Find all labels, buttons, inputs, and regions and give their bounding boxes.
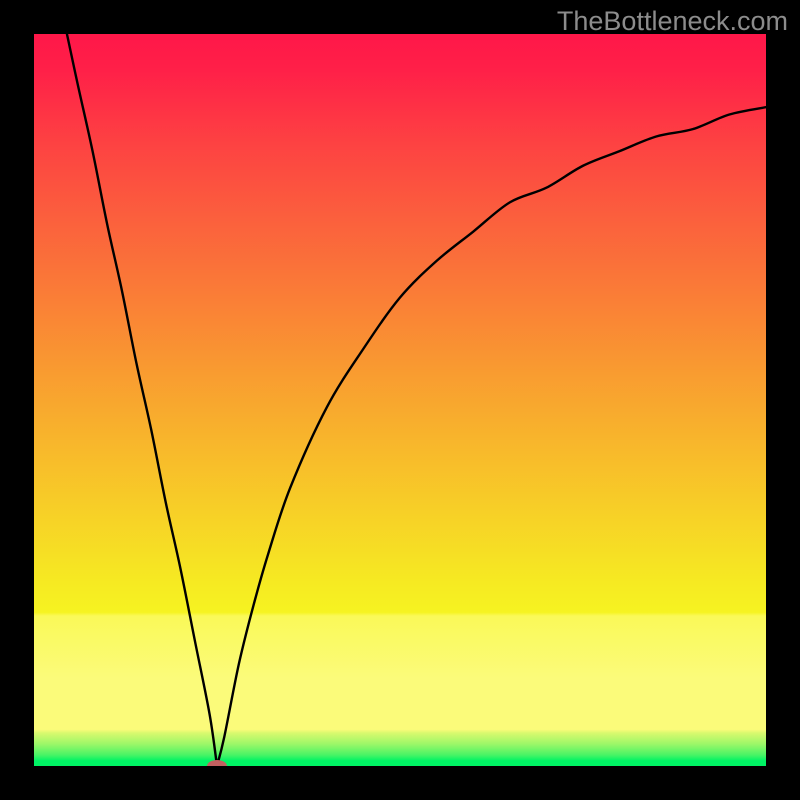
green-base-band [34,761,766,766]
chart-frame: TheBottleneck.com [0,0,800,800]
bottleneck-chart [34,34,766,766]
watermark-text: TheBottleneck.com [557,6,788,37]
plot-area [34,34,766,766]
